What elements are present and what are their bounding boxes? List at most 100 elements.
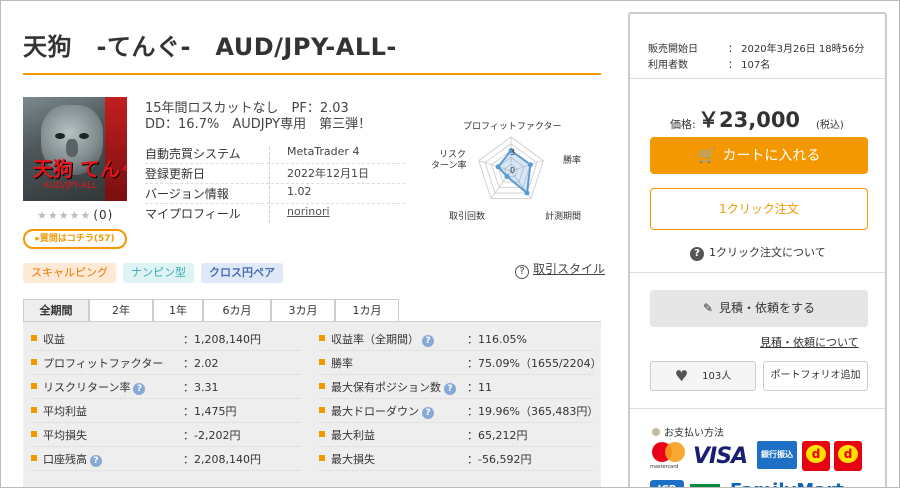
stat-value: ：3.31 — [183, 381, 219, 394]
quote-label: 見積・依頼をする — [719, 301, 816, 315]
radar-label-risk-1: リスク — [439, 149, 466, 160]
panel-divider — [630, 272, 885, 273]
cart-icon: 🛒 — [697, 146, 717, 164]
stat-label-text: 最大保有ポジション数 — [331, 381, 441, 394]
bullet-icon — [31, 359, 37, 365]
bullet-icon — [31, 383, 37, 389]
help-icon[interactable]: ? — [90, 455, 102, 467]
stat-divider — [319, 422, 593, 423]
sale-start-label: 販売開始日 — [648, 44, 698, 55]
panel-divider — [630, 78, 885, 79]
heart-icon: ♥ — [674, 367, 689, 385]
stat-label-text: 口座残高 — [43, 453, 87, 466]
stat-divider — [31, 374, 301, 375]
panel-divider — [630, 408, 885, 409]
d-payment-logo-2: d — [834, 441, 862, 471]
stat-value: ：75.09%（1655/2204） — [467, 357, 602, 370]
stat-risk-return: リスクリターン率? ：3.31 — [31, 379, 311, 395]
stat-divider — [31, 350, 301, 351]
stat-value: ：-2,202円 — [183, 429, 241, 442]
one-click-order-button[interactable]: 1クリック注文 — [650, 188, 868, 230]
trade-style-link[interactable]: ? 取引スタイル — [515, 260, 605, 279]
radar-scale-3: 3 — [510, 148, 515, 157]
price-label: 価格: — [670, 118, 696, 131]
add-to-cart-button[interactable]: 🛒 カートに入れる — [650, 137, 868, 174]
tab-all-period[interactable]: 全期間 — [23, 299, 89, 321]
tab-6-months[interactable]: 6カ月 — [203, 299, 271, 321]
stat-label: 最大損失 — [331, 453, 375, 466]
pencil-icon: ✎ — [702, 301, 714, 315]
bullet-icon — [319, 455, 325, 461]
stat-divider — [319, 470, 593, 471]
stat-label: 勝率 — [331, 357, 353, 370]
jcb-logo: JCB — [650, 480, 684, 487]
tab-1-month[interactable]: 1カ月 — [335, 299, 399, 321]
info-row-version: バージョン情報 1.02 — [145, 185, 415, 205]
stat-label: リスクリターン率? — [43, 379, 146, 395]
radar-label-trade-count: 取引回数 — [449, 210, 485, 222]
visa-logo: VISA — [693, 444, 748, 469]
stat-label: 平均損失 — [43, 429, 87, 442]
stat-divider — [31, 470, 301, 471]
bullet-icon — [31, 455, 37, 461]
stat-label-text: 最大ドローダウン — [331, 405, 419, 418]
trade-style-label: 取引スタイル — [533, 262, 606, 276]
stat-divider — [319, 446, 593, 447]
radar-point — [524, 190, 530, 196]
d-payment-mark: d — [806, 445, 826, 463]
info-divider — [145, 183, 405, 184]
radar-chart: プロフィットファクター 勝率 計測期間 取引回数 リスク ターン率 3 0 — [431, 121, 581, 222]
stat-value: ：-56,592円 — [467, 453, 532, 466]
stat-max-drawdown: 最大ドローダウン? ：19.96%（365,483円） — [319, 403, 599, 419]
help-icon[interactable]: ? — [133, 383, 146, 395]
quote-about-link[interactable]: 見積・依頼について — [760, 334, 859, 350]
bullet-icon — [31, 431, 37, 437]
one-click-about-link[interactable]: ? 1クリック注文について — [690, 244, 826, 261]
stat-value: ：2,208,140円 — [183, 453, 261, 466]
stat-value: ：2.02 — [183, 357, 219, 370]
bullet-icon — [319, 407, 325, 413]
tag-scalping[interactable]: スキャルピング — [23, 263, 116, 283]
d-payment-mark: d — [838, 445, 858, 463]
tag-cross-yen[interactable]: クロス円ペア — [201, 263, 283, 283]
stat-label: 平均利益 — [43, 405, 87, 418]
stat-value: ：116.05% — [467, 333, 527, 346]
users-label: 利用者数 — [648, 60, 688, 71]
help-icon[interactable]: ? — [422, 407, 434, 419]
stat-avg-profit: 平均利益 ：1,475円 — [31, 403, 311, 419]
mastercard-logo: mastercard — [650, 440, 688, 472]
profile-link[interactable]: norinori — [287, 205, 330, 218]
stat-value: ：65,212円 — [467, 429, 528, 442]
help-icon: ? — [515, 265, 529, 279]
stat-label: 最大保有ポジション数? — [331, 379, 456, 395]
info-divider — [145, 203, 405, 204]
stat-avg-loss: 平均損失 ：-2,202円 — [31, 427, 311, 443]
review-count[interactable]: (0) — [93, 208, 113, 222]
help-icon[interactable]: ? — [422, 335, 434, 347]
add-portfolio-button[interactable]: ポートフォリオ追加 — [763, 361, 868, 391]
tab-3-months[interactable]: 3カ月 — [271, 299, 335, 321]
radar-point — [495, 164, 501, 170]
stat-return-rate: 収益率（全期間）? ：116.05% — [319, 331, 599, 347]
stat-max-loss: 最大損失 ：-56,592円 — [319, 451, 599, 467]
stat-divider — [31, 446, 301, 447]
radar-point — [504, 174, 510, 179]
sale-start-value: ： 2020年3月26日 18時56分 — [728, 44, 865, 55]
info-key: バージョン情報 — [145, 187, 229, 201]
help-icon[interactable]: ? — [444, 383, 456, 395]
payment-logos: mastercard VISA 銀行振込 d d JCB FamilyMart — [650, 438, 880, 487]
question-button[interactable]: ▸質問はコチラ(57) — [23, 229, 127, 249]
favorite-button[interactable]: ♥ 103人 — [650, 361, 756, 391]
tab-1-year[interactable]: 1年 — [153, 299, 203, 321]
stat-label: 最大ドローダウン? — [331, 403, 434, 419]
quote-request-button[interactable]: ✎ 見積・依頼をする — [650, 290, 868, 327]
stat-profit: 収益 ：1,208,140円 — [31, 331, 311, 347]
cart-label: カートに入れる — [722, 148, 821, 164]
stat-label: 最大利益 — [331, 429, 375, 442]
stat-label: 収益率（全期間）? — [331, 331, 434, 347]
stat-balance: 口座残高? ：2,208,140円 — [31, 451, 311, 467]
stat-value: ：1,475円 — [183, 405, 237, 418]
tab-2-years[interactable]: 2年 — [89, 299, 153, 321]
tag-nanpin[interactable]: ナンピン型 — [123, 263, 194, 283]
product-image[interactable]: 天狗 てんぐ AUD/JPY-ALL — [23, 97, 127, 201]
